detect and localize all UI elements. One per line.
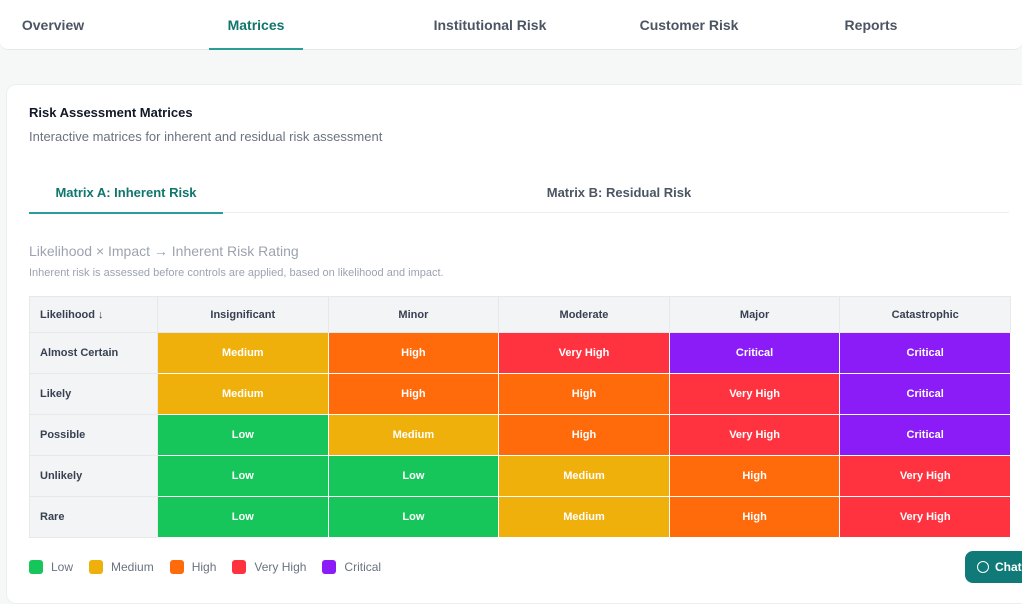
chat-button[interactable]: Chat — [965, 551, 1022, 583]
risk-cell[interactable]: Critical — [839, 373, 1011, 415]
impact-column-header: Catastrophic — [839, 296, 1011, 333]
matrix-heading: Likelihood × Impact → Inherent Risk Rati… — [29, 243, 299, 259]
matrix-header-row: Likelihood ↓ Insignificant Minor Moderat… — [29, 296, 1011, 333]
corner-label: Likelihood ↓ — [29, 296, 158, 333]
risk-legend: Low Medium High Very High Critical — [29, 557, 381, 577]
risk-cell[interactable]: High — [668, 496, 841, 538]
legend-swatch — [169, 560, 184, 574]
legend-item-low: Low — [29, 560, 73, 574]
risk-cell[interactable]: High — [668, 455, 841, 497]
legend-swatch — [29, 560, 43, 574]
chat-icon — [977, 561, 989, 573]
risk-cell[interactable]: Very High — [668, 373, 841, 415]
matrix-tabs: Matrix A: Inherent Risk Matrix B: Residu… — [29, 173, 1009, 214]
risk-cell[interactable]: Medium — [157, 332, 329, 374]
legend-swatch — [322, 560, 337, 574]
likelihood-row-label: Almost Certain — [29, 332, 158, 374]
likelihood-row-label: Likely — [29, 373, 158, 415]
matrix-row: Almost Certain Medium High Very High Cri… — [29, 332, 1011, 374]
risk-cell[interactable]: Low — [327, 496, 500, 538]
tab-reports[interactable]: Reports — [838, 0, 904, 50]
card-subtitle: Interactive matrices for inherent and re… — [29, 129, 383, 144]
likelihood-row-label: Unlikely — [29, 455, 158, 497]
matrix-row: Likely Medium High High Very High Critic… — [29, 373, 1011, 415]
risk-cell[interactable]: Low — [327, 455, 500, 497]
risk-cell[interactable]: Medium — [327, 414, 500, 456]
risk-cell[interactable]: High — [498, 414, 670, 456]
legend-label: Medium — [111, 560, 154, 574]
legend-label: Critical — [344, 560, 382, 574]
risk-cell[interactable]: Medium — [157, 373, 329, 415]
risk-cell[interactable]: Very High — [498, 332, 670, 374]
matrix-row: Possible Low Medium High Very High Criti… — [29, 414, 1011, 456]
risk-cell[interactable]: High — [327, 373, 500, 415]
risk-cell[interactable]: High — [327, 332, 500, 374]
matrix-row: Rare Low Low Medium High Very High — [29, 496, 1011, 538]
likelihood-row-label: Rare — [29, 496, 158, 538]
tab-matrix-a-inherent[interactable]: Matrix A: Inherent Risk — [29, 173, 223, 214]
legend-item-medium: Medium — [89, 560, 154, 574]
risk-cell[interactable]: Very High — [839, 455, 1011, 497]
legend-label: Low — [51, 560, 74, 574]
impact-column-header: Moderate — [498, 296, 670, 333]
risk-cell[interactable]: Low — [157, 414, 329, 456]
tab-matrices[interactable]: Matrices — [209, 0, 303, 50]
likelihood-row-label: Possible — [29, 414, 158, 456]
chat-button-label: Chat — [995, 560, 1022, 574]
legend-label: High — [191, 560, 217, 574]
tab-customer-risk[interactable]: Customer Risk — [632, 0, 746, 50]
risk-cell[interactable]: Critical — [839, 332, 1011, 374]
risk-matrices-card: Risk Assessment Matrices Interactive mat… — [6, 84, 1022, 604]
risk-cell[interactable]: Critical — [839, 414, 1011, 456]
legend-item-critical: Critical — [322, 560, 381, 574]
legend-swatch — [232, 560, 247, 574]
legend-swatch — [89, 560, 104, 574]
risk-cell[interactable]: High — [498, 373, 670, 415]
card-title: Risk Assessment Matrices — [29, 105, 193, 120]
risk-cell[interactable]: Critical — [668, 332, 841, 374]
tab-matrix-b-residual[interactable]: Matrix B: Residual Risk — [519, 173, 719, 213]
matrix-row: Unlikely Low Low Medium High Very High — [29, 455, 1011, 497]
risk-cell[interactable]: Low — [157, 496, 329, 538]
legend-item-very-high: Very High — [232, 560, 306, 574]
matrix-description: Inherent risk is assessed before control… — [29, 267, 444, 279]
risk-cell[interactable]: Medium — [498, 455, 670, 497]
risk-matrix-table: Likelihood ↓ Insignificant Minor Moderat… — [29, 296, 1011, 538]
risk-cell[interactable]: Very High — [668, 414, 841, 456]
legend-item-high: High — [169, 560, 217, 574]
tab-institutional-risk[interactable]: Institutional Risk — [425, 0, 555, 50]
impact-column-header: Insignificant — [157, 296, 329, 333]
risk-cell[interactable]: Very High — [839, 496, 1011, 538]
top-navigation: Overview Matrices Institutional Risk Cus… — [0, 0, 1022, 50]
risk-cell[interactable]: Low — [157, 455, 329, 497]
impact-column-header: Minor — [327, 296, 500, 333]
risk-cell[interactable]: Medium — [498, 496, 670, 538]
tab-overview[interactable]: Overview — [18, 0, 88, 50]
impact-column-header: Major — [668, 296, 841, 333]
legend-label: Very High — [254, 560, 307, 574]
